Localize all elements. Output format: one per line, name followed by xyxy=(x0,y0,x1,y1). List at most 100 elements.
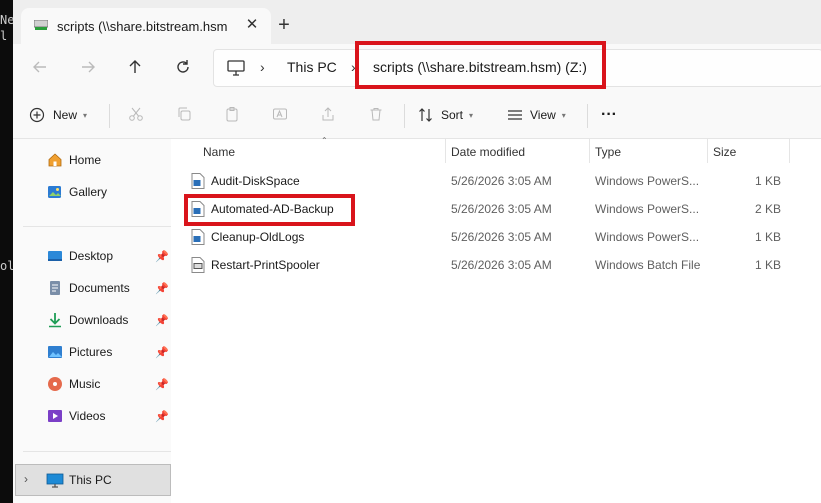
network-drive-icon xyxy=(34,20,48,30)
column-header-date[interactable]: Date modified xyxy=(451,145,525,159)
rename-icon xyxy=(273,108,287,120)
documents-icon xyxy=(47,280,63,296)
computer-icon xyxy=(46,473,64,488)
breadcrumb-this-pc[interactable]: This PC xyxy=(287,59,337,75)
copy-button[interactable] xyxy=(174,104,194,124)
navigation-bar: › This PC › scripts (\\share.bitstream.h… xyxy=(13,44,821,90)
navigation-pane: Home Gallery Desktop 📌 Documents 📌 Downl… xyxy=(13,139,171,503)
file-type: Windows PowerS... xyxy=(595,202,700,216)
tab-scripts[interactable]: scripts (\\share.bitstream.hsm ✕ xyxy=(21,8,271,44)
up-button[interactable] xyxy=(124,56,146,78)
sidebar-item-videos[interactable]: Videos xyxy=(47,404,105,428)
file-date: 5/26/2026 3:05 AM xyxy=(451,174,552,188)
file-name: Restart-PrintSpooler xyxy=(211,258,320,272)
file-size: 1 KB xyxy=(754,174,781,188)
cut-button[interactable] xyxy=(126,104,146,124)
desktop-icon xyxy=(47,248,63,264)
refresh-icon xyxy=(177,60,189,73)
file-row[interactable]: Cleanup-OldLogs 5/26/2026 3:05 AM Window… xyxy=(187,225,807,249)
chevron-down-icon: ▾ xyxy=(469,110,474,120)
pin-icon[interactable]: 📌 xyxy=(155,378,169,391)
pin-icon[interactable]: 📌 xyxy=(155,410,169,423)
sidebar-item-pictures[interactable]: Pictures xyxy=(47,340,112,364)
file-list: ⌃ Name Date modified Type Size Audit-Dis… xyxy=(171,136,821,503)
arrow-left-icon xyxy=(33,61,46,73)
file-name: Cleanup-OldLogs xyxy=(211,230,305,244)
sort-icon xyxy=(419,108,432,122)
file-size: 1 KB xyxy=(754,258,781,272)
file-type: Windows Batch File xyxy=(595,258,701,272)
column-header-type[interactable]: Type xyxy=(595,145,621,159)
new-tab-button[interactable]: + xyxy=(275,15,293,35)
new-button[interactable]: New ▾ xyxy=(29,102,87,128)
back-button[interactable] xyxy=(29,56,51,78)
sidebar-item-label: Gallery xyxy=(69,185,108,199)
address-bar[interactable]: › This PC › scripts (\\share.bitstream.h… xyxy=(213,49,821,87)
column-divider[interactable] xyxy=(707,139,708,163)
sidebar-divider xyxy=(23,451,171,452)
sidebar-item-documents[interactable]: Documents xyxy=(47,276,130,300)
pin-icon[interactable]: 📌 xyxy=(155,314,169,327)
file-name: Automated-AD-Backup xyxy=(211,202,334,216)
file-type: Windows PowerS... xyxy=(595,174,700,188)
pin-icon[interactable]: 📌 xyxy=(155,250,169,263)
terminal-text: l xyxy=(0,29,8,43)
column-divider[interactable] xyxy=(589,139,590,163)
sidebar-item-downloads[interactable]: Downloads xyxy=(47,308,128,332)
rename-button[interactable] xyxy=(270,104,290,124)
paste-button[interactable] xyxy=(222,104,242,124)
download-arrow-icon xyxy=(47,312,63,328)
sidebar-item-label: Desktop xyxy=(69,249,114,263)
file-name: Audit-DiskSpace xyxy=(211,174,300,188)
view-list-icon xyxy=(508,110,522,120)
sidebar-item-music[interactable]: Music xyxy=(47,372,100,396)
column-divider[interactable] xyxy=(445,139,446,163)
pin-icon[interactable]: 📌 xyxy=(155,346,169,359)
file-row[interactable]: Automated-AD-Backup 5/26/2026 3:05 AM Wi… xyxy=(187,197,807,221)
sidebar-item-label: Home xyxy=(69,153,102,167)
forward-button[interactable] xyxy=(77,56,99,78)
sidebar-item-this-pc[interactable]: › This PC xyxy=(15,464,171,496)
column-header-name[interactable]: Name xyxy=(203,145,235,159)
sidebar-item-desktop[interactable]: Desktop xyxy=(47,244,113,268)
copy-icon xyxy=(178,107,191,121)
chevron-right-icon[interactable]: › xyxy=(24,472,28,486)
chevron-down-icon: ▾ xyxy=(561,110,566,120)
sidebar-item-label: Downloads xyxy=(69,313,129,327)
sort-button[interactable]: Sort ▾ xyxy=(418,102,473,128)
file-date: 5/26/2026 3:05 AM xyxy=(451,230,552,244)
close-tab-icon[interactable]: ✕ xyxy=(243,16,261,34)
pin-icon[interactable]: 📌 xyxy=(155,282,169,295)
command-bar: New ▾ Sort ▾ View ▾ ··· xyxy=(13,90,821,139)
sort-ascending-icon: ⌃ xyxy=(321,136,328,145)
sidebar-item-label: This PC xyxy=(69,473,112,487)
file-row[interactable]: Audit-DiskSpace 5/26/2026 3:05 AM Window… xyxy=(187,169,807,193)
pictures-icon xyxy=(47,344,63,360)
file-row[interactable]: Restart-PrintSpooler 5/26/2026 3:05 AM W… xyxy=(187,253,807,277)
home-icon xyxy=(47,152,63,168)
column-divider[interactable] xyxy=(789,139,790,163)
file-date: 5/26/2026 3:05 AM xyxy=(451,202,552,216)
column-header-size[interactable]: Size xyxy=(713,145,736,159)
clipboard-icon xyxy=(226,107,238,122)
chevron-down-icon: ▾ xyxy=(83,110,88,120)
view-label: View xyxy=(530,108,556,122)
file-size: 1 KB xyxy=(754,230,781,244)
plus-circle-icon xyxy=(29,107,45,123)
breadcrumb-current-folder[interactable]: scripts (\\share.bitstream.hsm) (Z:) xyxy=(373,59,587,75)
sidebar-item-home[interactable]: Home xyxy=(47,148,101,172)
arrow-right-icon xyxy=(82,61,95,73)
chevron-right-icon: › xyxy=(351,59,356,75)
powershell-file-icon xyxy=(191,229,205,245)
refresh-button[interactable] xyxy=(172,56,194,78)
powershell-file-icon xyxy=(191,201,205,217)
share-button[interactable] xyxy=(318,104,338,124)
title-bar: scripts (\\share.bitstream.hsm ✕ + xyxy=(13,0,821,44)
view-button[interactable]: View ▾ xyxy=(507,102,566,128)
toolbar-divider xyxy=(109,104,110,128)
more-options-button[interactable]: ··· xyxy=(601,102,617,128)
videos-icon xyxy=(47,408,63,424)
delete-button[interactable] xyxy=(366,104,386,124)
sidebar-item-gallery[interactable]: Gallery xyxy=(47,180,107,204)
music-icon xyxy=(47,376,63,392)
